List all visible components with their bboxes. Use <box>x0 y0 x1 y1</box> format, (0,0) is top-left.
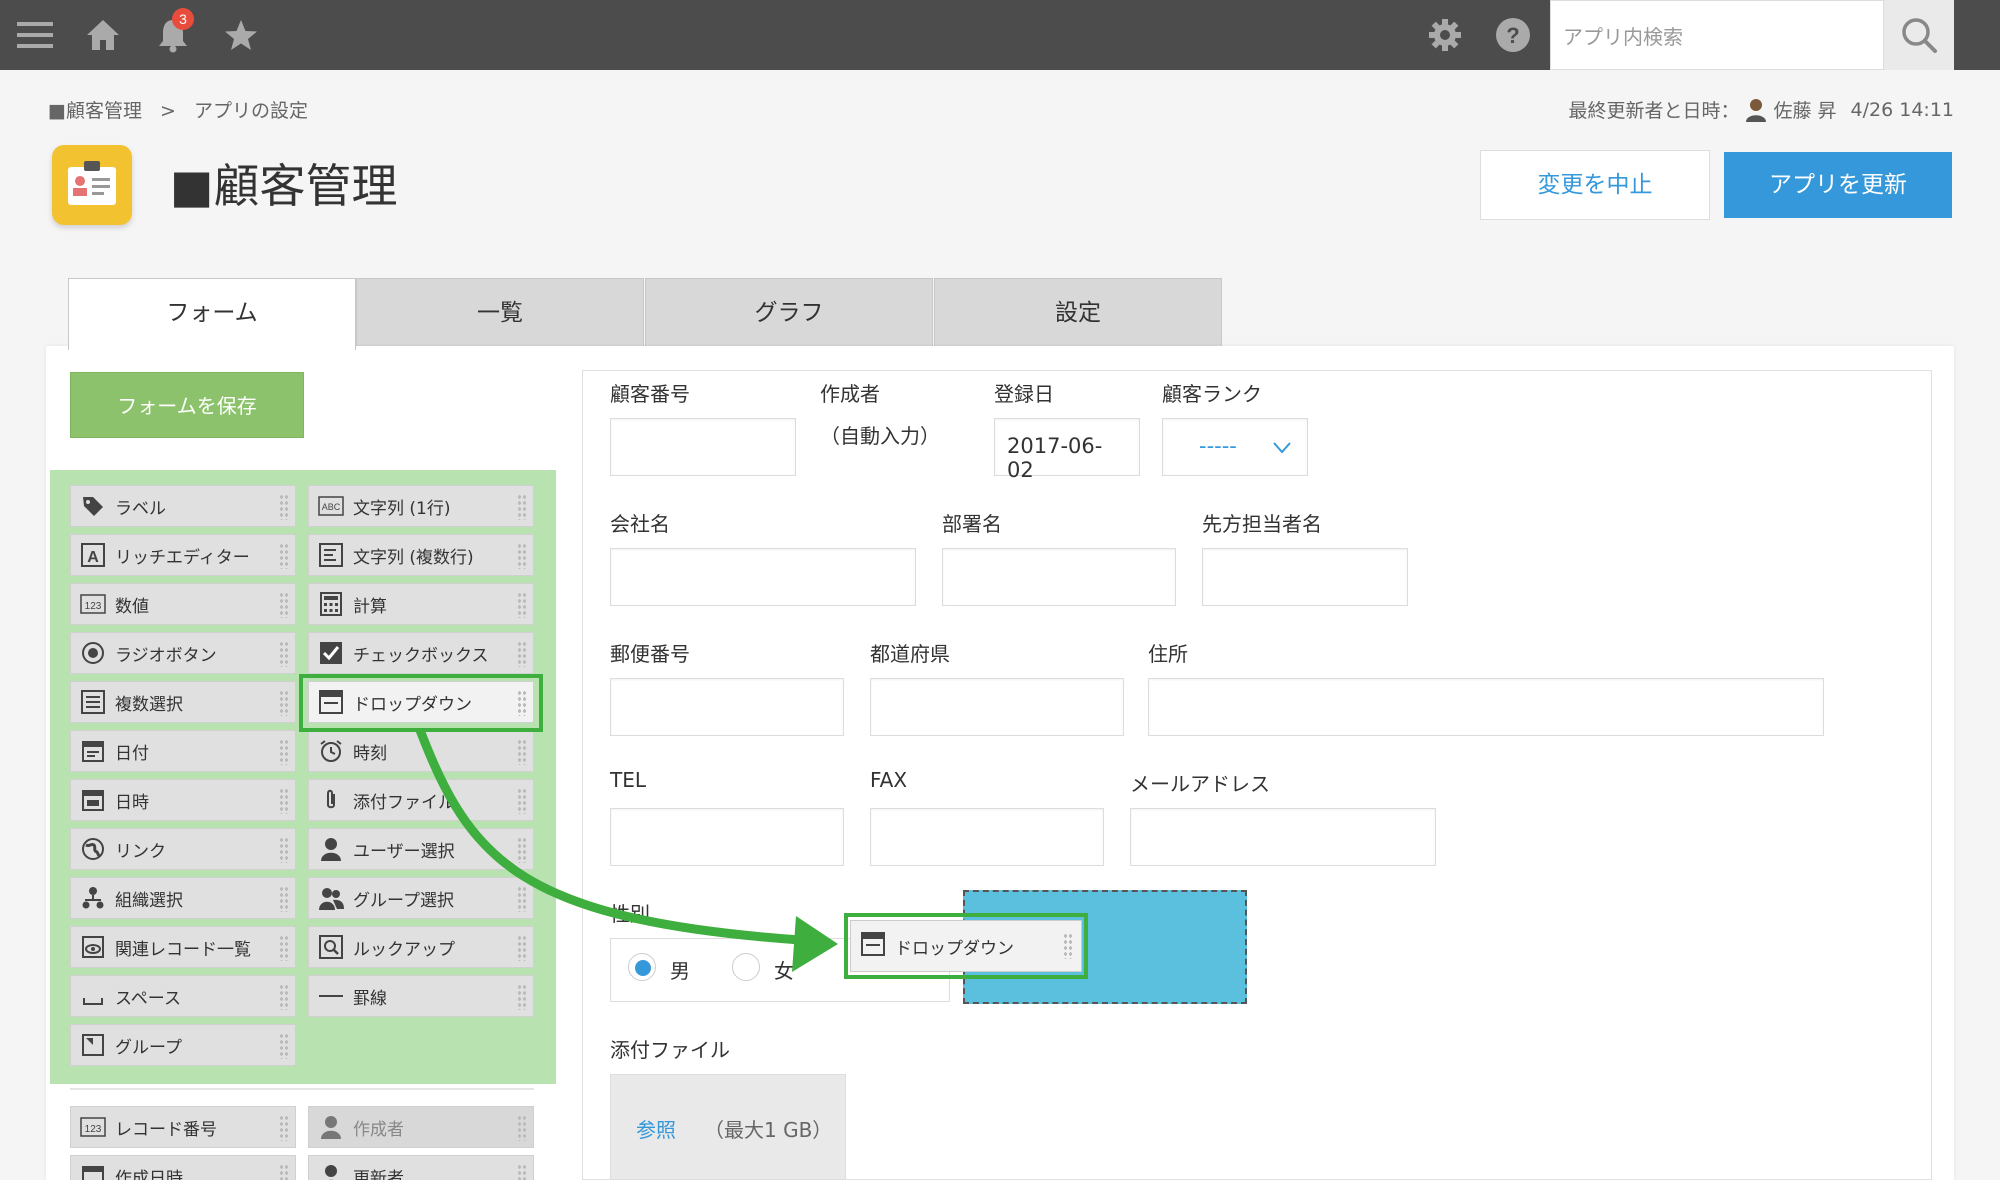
tab-form[interactable]: フォーム <box>68 278 356 350</box>
browse-link[interactable]: 参照 <box>636 1114 676 1143</box>
drag-arrow-icon <box>415 728 838 972</box>
attachment-max-size: （最大1 GB） <box>704 1118 833 1142</box>
attachment-label: 添付ファイル <box>610 1038 730 1062</box>
